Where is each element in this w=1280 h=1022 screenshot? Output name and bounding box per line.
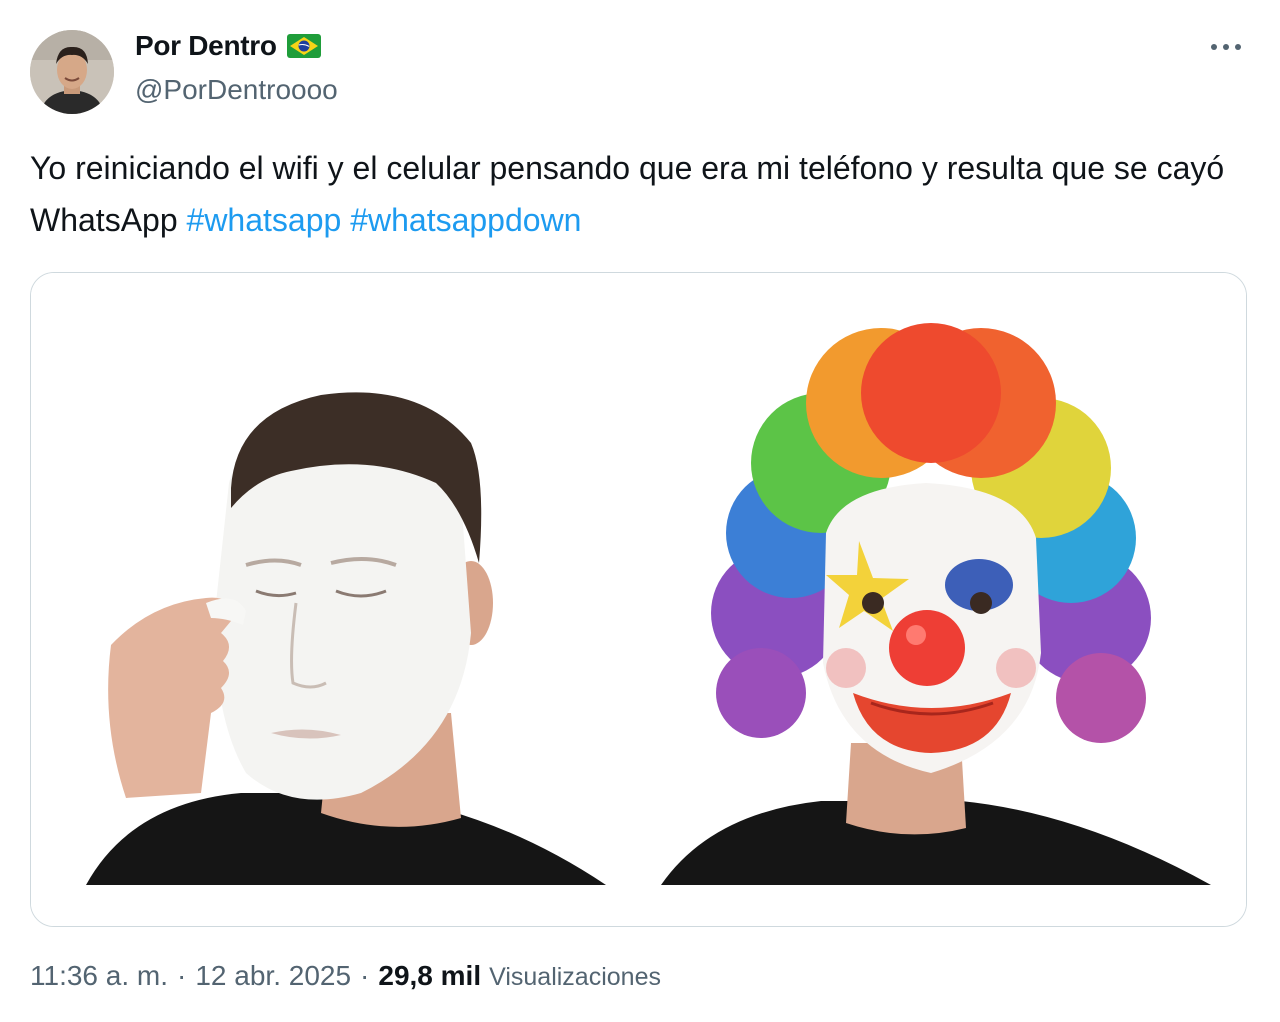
more-options-icon: [1211, 44, 1241, 50]
tweet-date[interactable]: 12 abr. 2025: [195, 960, 351, 992]
more-options-button[interactable]: [1206, 30, 1246, 64]
author-name-row: Por Dentro: [135, 30, 321, 62]
meta-separator: ·: [177, 960, 187, 991]
tweet-meta: 11:36 a. m. · 12 abr. 2025 · 29,8 mil Vi…: [30, 960, 661, 992]
meme-image: [31, 273, 1246, 926]
meta-separator: ·: [360, 960, 370, 991]
tweet-text: Yo reiniciando el wifi y el celular pens…: [30, 142, 1245, 246]
author-handle[interactable]: @PorDentroooo: [135, 74, 338, 106]
tweet-media[interactable]: [30, 272, 1247, 927]
hashtag-whatsappdown[interactable]: #whatsappdown: [350, 202, 581, 238]
author-display-name[interactable]: Por Dentro: [135, 30, 277, 62]
avatar-photo: [30, 30, 114, 114]
brazil-flag-icon: [286, 34, 321, 58]
hashtag-whatsapp[interactable]: #whatsapp: [187, 202, 342, 238]
views-label: Visualizaciones: [489, 963, 661, 991]
tweet-time[interactable]: 11:36 a. m.: [30, 960, 168, 992]
author-avatar[interactable]: [30, 30, 114, 114]
views-count: 29,8 mil: [378, 960, 482, 991]
